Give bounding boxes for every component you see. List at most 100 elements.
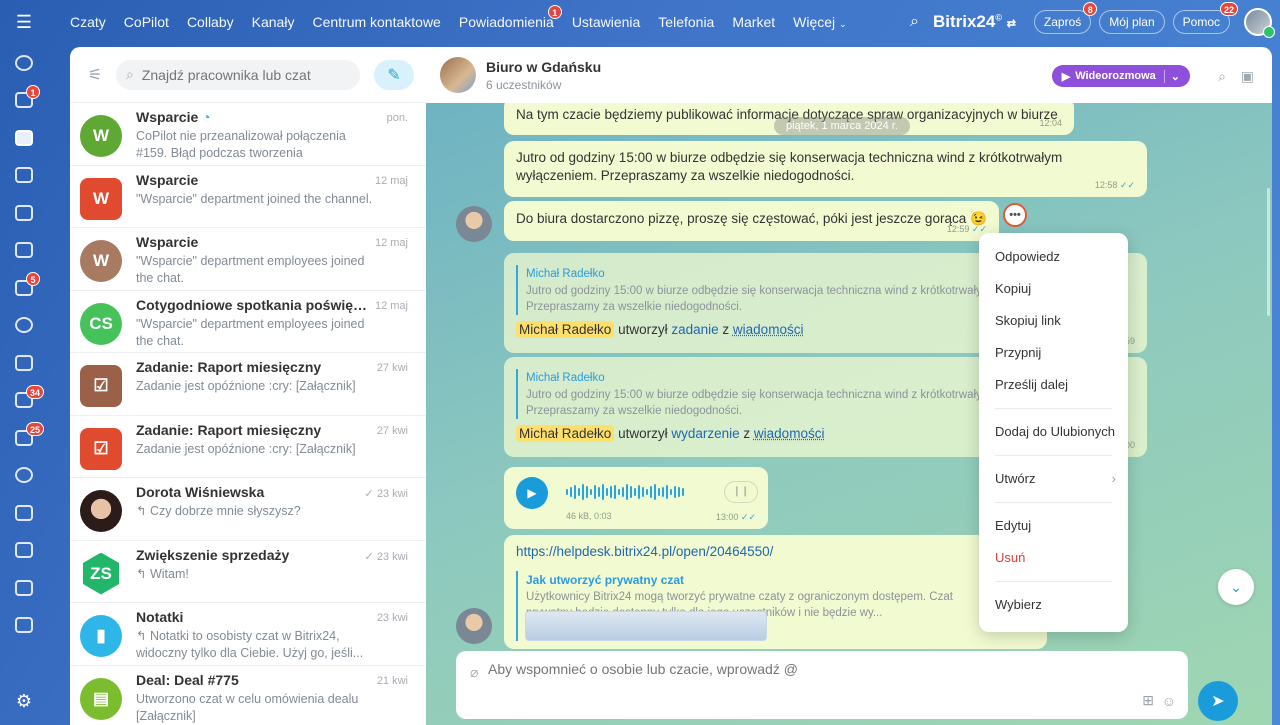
rail-tasks[interactable]: 34 (0, 382, 48, 420)
sender-avatar[interactable] (456, 608, 492, 644)
list-item[interactable]: W Wsparcie ◔ CoPilot nie przeanalizował … (70, 103, 426, 166)
scroll-down-icon[interactable]: ⌄ (1218, 569, 1254, 605)
context-menu: Odpowiedz Kopiuj Skopiuj link Przypnij P… (979, 233, 1128, 632)
rail-chat[interactable] (0, 119, 48, 157)
chat-titles[interactable]: Biuro w Gdańsku 6 uczestników (486, 59, 601, 92)
nav-copilot[interactable]: CoPilot (124, 14, 169, 30)
rail-crm[interactable]: 25 (0, 419, 48, 457)
message-link[interactable]: wiadomości (733, 322, 804, 337)
list-item[interactable]: ▤ Deal: Deal #775 Utworzono czat w celu … (70, 666, 426, 725)
chat-preview: "Wsparcie" department joined the channel… (136, 191, 373, 206)
rail-cart[interactable] (0, 494, 48, 532)
nav-market[interactable]: Market (732, 14, 775, 30)
rail-drive[interactable] (0, 232, 48, 270)
message-link[interactable]: wiadomości (754, 426, 825, 441)
list-item[interactable]: ☑ Zadanie: Raport miesięczny Zadanie jes… (70, 353, 426, 416)
invite-button[interactable]: Zaproś 8 (1033, 2, 1098, 34)
menu-item-copy-link[interactable]: Skopiuj link (979, 305, 1128, 337)
video-call-button[interactable]: ▶ Wideorozmowa ⌄ (1051, 65, 1190, 87)
message-url[interactable]: https://helpdesk.bitrix24.pl/open/204645… (516, 543, 1035, 561)
message-input[interactable] (488, 661, 1128, 685)
new-chat-button[interactable]: ✎ (374, 59, 414, 90)
user-avatar[interactable] (1244, 8, 1275, 38)
waveform[interactable] (566, 483, 716, 501)
search-box[interactable]: ⌕ (116, 59, 360, 90)
help-button[interactable]: Pomoc 22 (1172, 2, 1238, 34)
chat-list-header: ⚟ ⌕ ✎ (70, 47, 426, 103)
list-item[interactable]: W Wsparcie "Wsparcie" department joined … (70, 166, 426, 228)
calendar-icon (15, 167, 33, 184)
attach-icon[interactable]: ⌀ (470, 664, 478, 681)
menu-item-reply[interactable]: Odpowiedz (979, 241, 1128, 273)
nav-chats[interactable]: Czaty (70, 14, 106, 30)
list-item[interactable]: ▮ Notatki ↰ Notatki to osobisty czat w B… (70, 603, 426, 666)
chat-date: 12 maj (374, 237, 408, 249)
audio-message[interactable]: ▶ ❙❙ 46 kB, 0:03 13:00 ✓✓ (504, 467, 768, 529)
apps-icon[interactable]: ⊞ (1142, 692, 1154, 709)
rail-target[interactable] (0, 457, 48, 495)
nav-collaby[interactable]: Collaby (187, 14, 234, 30)
link-preview[interactable]: Jak utworzyć prywatny czat Użytkownicy B… (516, 571, 1035, 641)
preview-title: Jak utworzyć prywatny czat (526, 573, 685, 587)
play-icon[interactable]: ▶ (516, 477, 548, 509)
menu-item-forward[interactable]: Prześlij dalej (979, 369, 1128, 401)
speed-toggle-button[interactable]: ❙❙ (724, 481, 758, 503)
preview-image[interactable] (525, 611, 767, 641)
nav-contact-center[interactable]: Centrum kontaktowe (312, 14, 440, 30)
list-item[interactable]: ☑ Zadanie: Raport miesięczny Zadanie jes… (70, 416, 426, 478)
rail-documents[interactable] (0, 194, 48, 232)
chat-avatar[interactable] (440, 57, 476, 93)
menu-item-select[interactable]: Wybierz (979, 589, 1128, 621)
list-item[interactable]: W Wsparcie "Wsparcie" department employe… (70, 228, 426, 291)
rail-mail[interactable]: 5 (0, 269, 48, 307)
sender-avatar[interactable] (456, 206, 492, 242)
message-bubble[interactable]: Do biura dostarczono pizzę, proszę się c… (504, 201, 999, 241)
nav-more[interactable]: Więcej ⌄ (793, 14, 846, 30)
list-item[interactable]: CS Cotygodniowe spotkania poświęcon... "… (70, 291, 426, 353)
rail-analytics[interactable] (0, 607, 48, 645)
more-actions-icon[interactable]: ••• (1003, 203, 1027, 227)
rail-settings[interactable]: ⚙ (0, 689, 48, 713)
sidebar-toggle-icon[interactable]: ▣ (1241, 68, 1254, 85)
menu-icon[interactable]: ☰ (0, 0, 48, 44)
nav-channels[interactable]: Kanały (252, 14, 295, 30)
brand-logo[interactable]: Bitrix24© ⇄ (933, 12, 1016, 32)
chat-preview: ↰ Notatki to osobisty czat w Bitrix24, w… (136, 629, 364, 660)
search-icon[interactable]: ⌕ (910, 13, 919, 31)
emoji-icon[interactable]: ☺ (1162, 693, 1176, 709)
user-mention[interactable]: Michał Radełko (516, 321, 615, 338)
rail-inventory[interactable] (0, 532, 48, 570)
menu-item-create[interactable]: Utwórz › (979, 463, 1128, 495)
rail-copilot[interactable] (0, 44, 48, 82)
message-bubble[interactable]: https://helpdesk.bitrix24.pl/open/204645… (504, 535, 1047, 649)
user-mention[interactable]: Michał Radełko (516, 425, 615, 442)
rail-groups[interactable] (0, 307, 48, 345)
menu-item-favorite[interactable]: Dodaj do Ulubionych (979, 416, 1128, 448)
send-button[interactable]: ➤ (1198, 681, 1238, 721)
menu-item-pin[interactable]: Przypnij (979, 337, 1128, 369)
task-link[interactable]: zadanie (671, 322, 718, 337)
my-plan-button[interactable]: Mój plan (1099, 10, 1165, 34)
list-item[interactable]: ZS Zwiększenie sprzedaży ↰ Witam! ✓ 23 k… (70, 541, 426, 603)
rail-board[interactable] (0, 344, 48, 382)
menu-item-copy[interactable]: Kopiuj (979, 273, 1128, 305)
conversation-header: Biuro w Gdańsku 6 uczestników ▶ Wideorozm… (426, 47, 1272, 103)
participants-count[interactable]: 6 uczestników (486, 78, 601, 92)
nav-telephony[interactable]: Telefonia (658, 14, 714, 30)
menu-item-delete[interactable]: Usuń (979, 542, 1128, 574)
nav-settings[interactable]: Ustawienia (572, 14, 640, 30)
message-time-text: 13:00 (715, 512, 739, 522)
list-item[interactable]: Dorota Wiśniewska ↰ Czy dobrze mnie słys… (70, 478, 426, 541)
rail-calendar[interactable] (0, 157, 48, 195)
filter-icon[interactable]: ⚟ (82, 62, 108, 88)
event-link[interactable]: wydarzenie (671, 426, 739, 441)
rail-shifts[interactable] (0, 569, 48, 607)
search-icon[interactable]: ⌕ (1218, 68, 1226, 85)
menu-item-edit[interactable]: Edytuj (979, 510, 1128, 542)
chat-search-input[interactable] (141, 66, 322, 83)
message-bubble[interactable]: Jutro od godziny 15:00 w biurze odbędzie… (504, 141, 1147, 197)
copilot-icon (15, 54, 33, 71)
scrollbar[interactable] (1267, 188, 1270, 316)
rail-feed[interactable]: 1 (0, 82, 48, 120)
nav-notifications[interactable]: Powiadomienia 1 (459, 5, 562, 30)
